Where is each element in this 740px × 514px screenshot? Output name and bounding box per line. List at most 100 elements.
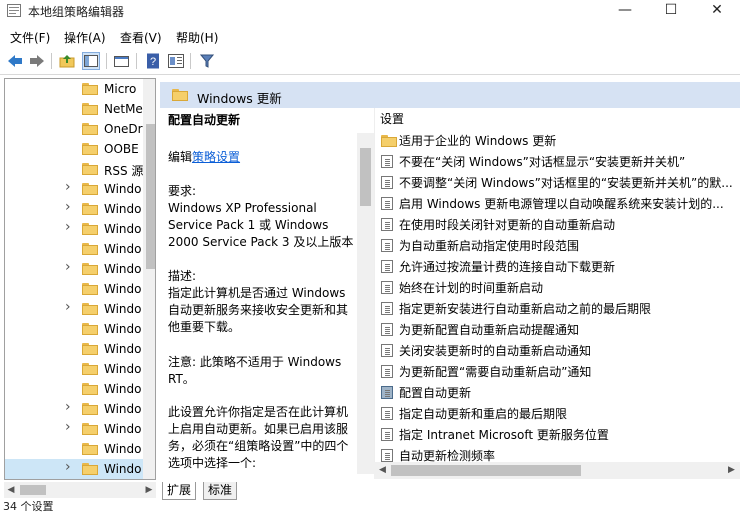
tree-item[interactable]: › Windo [5, 199, 145, 219]
folder-icon [82, 443, 98, 455]
tree-item[interactable]: › Windo [5, 259, 145, 279]
tab-extended[interactable]: 扩展 [162, 482, 197, 500]
expand-chevron-icon[interactable]: › [65, 419, 71, 435]
folder-icon [82, 463, 98, 475]
up-folder-icon[interactable] [58, 52, 76, 70]
tree-item[interactable]: Windo [5, 379, 145, 399]
policy-setting-icon [381, 260, 393, 273]
folder-icon [82, 223, 98, 235]
back-arrow-icon[interactable] [6, 52, 24, 70]
setting-row[interactable]: 指定 Intranet Microsoft 更新服务位置 [378, 424, 740, 445]
setting-label: 指定自动更新和重启的最后期限 [399, 407, 568, 421]
tree-item[interactable]: OneDr [5, 119, 145, 139]
tree-item[interactable]: › Windo [5, 399, 145, 419]
setting-row[interactable]: 不要调整“关闭 Windows”对话框里的“安装更新并关机”的默... [378, 172, 740, 193]
tree-item[interactable]: Windo [5, 339, 145, 359]
setting-row[interactable]: 不要在“关闭 Windows”对话框显示“安装更新并关机” [378, 151, 740, 172]
menu-help[interactable]: 帮助(H) [176, 29, 218, 46]
close-button[interactable]: ✕ [694, 0, 740, 22]
tree-item-label: Micro [104, 82, 137, 96]
edit-policy-line: 编辑策略设置 [168, 150, 241, 164]
setting-label: 指定更新安装进行自动重新启动之前的最后期限 [399, 302, 652, 316]
setting-row[interactable]: 指定更新安装进行自动重新启动之前的最后期限 [378, 298, 740, 319]
tree-item-label: Windo [104, 422, 142, 436]
filter-icon[interactable] [198, 52, 216, 70]
tree-item[interactable]: › Windo [5, 419, 145, 439]
setting-row[interactable]: 启用 Windows 更新电源管理以自动唤醒系统来安装计划的... [378, 193, 740, 214]
expand-chevron-icon[interactable]: › [65, 259, 71, 275]
help-icon[interactable]: ? [144, 52, 162, 70]
setting-row[interactable]: 允许通过按流量计费的连接自动下载更新 [378, 256, 740, 277]
folder-icon [82, 363, 98, 375]
minimize-button[interactable]: — [602, 0, 648, 22]
tree-item[interactable]: › Windo [5, 219, 145, 239]
setting-label: 为自动重新启动指定使用时段范围 [399, 239, 580, 253]
tree-horizontal-scrollbar[interactable]: ◀ ▶ [4, 482, 156, 498]
view-tabs: 扩展 标准 [160, 482, 740, 500]
tree-item-label: Windo [104, 242, 142, 256]
setting-row[interactable]: 为自动重新启动指定使用时段范围 [378, 235, 740, 256]
setting-row[interactable]: 配置自动更新 [378, 382, 740, 403]
tree-item[interactable]: Windo [5, 279, 145, 299]
tree-item[interactable]: Windo [5, 359, 145, 379]
expand-chevron-icon[interactable]: › [65, 459, 71, 475]
folder-icon [82, 323, 98, 335]
tree-item[interactable]: Micro [5, 79, 145, 99]
folder-icon [82, 183, 98, 195]
properties-icon[interactable] [167, 52, 185, 70]
edit-policy-link[interactable]: 策略设置 [192, 150, 240, 164]
tree-item[interactable]: OOBE [5, 139, 145, 159]
menu-view[interactable]: 查看(V) [120, 29, 162, 46]
setting-row[interactable]: 在使用时段关闭针对更新的自动重新启动 [378, 214, 740, 235]
expand-chevron-icon[interactable]: › [65, 399, 71, 415]
tree-item[interactable]: › Windo [5, 179, 145, 199]
tree-item-label: Windo [104, 182, 142, 196]
setting-label: 指定 Intranet Microsoft 更新服务位置 [399, 428, 609, 442]
description-scrollbar[interactable] [357, 133, 374, 474]
tab-standard[interactable]: 标准 [203, 482, 238, 500]
folder-icon [82, 423, 98, 435]
folder-icon [82, 123, 98, 135]
show-tree-icon[interactable] [82, 52, 100, 70]
expand-chevron-icon[interactable]: › [65, 219, 71, 235]
details-text: 此设置允许你指定是否在此计算机上启用自动更新。如果已启用该服务，必须在“组策略设… [168, 405, 349, 470]
settings-column-header[interactable]: 设置 [380, 110, 404, 127]
folder-icon [82, 203, 98, 215]
tree-scrollbar[interactable] [143, 79, 155, 479]
setting-label: 为更新配置自动重新启动提醒通知 [399, 323, 580, 337]
policy-setting-icon [381, 176, 393, 189]
menu-file[interactable]: 文件(F) [10, 29, 50, 46]
setting-row[interactable]: 指定自动更新和重启的最后期限 [378, 403, 740, 424]
setting-row[interactable]: 始终在计划的时间重新启动 [378, 277, 740, 298]
expand-chevron-icon[interactable]: › [65, 179, 71, 195]
setting-row[interactable]: 为更新配置“需要自动重新启动”通知 [378, 361, 740, 382]
description-text: 指定此计算机是否通过 Windows 自动更新服务来接收安全更新和其他重要下载。 [168, 286, 349, 334]
policy-setting-icon [381, 407, 393, 420]
new-window-icon[interactable] [113, 52, 131, 70]
tree-item-label: Windo [104, 202, 142, 216]
forward-arrow-icon[interactable] [28, 52, 46, 70]
tree-item[interactable]: Windo [5, 319, 145, 339]
policy-setting-icon [381, 218, 393, 231]
policy-setting-icon [381, 281, 393, 294]
expand-chevron-icon[interactable]: › [65, 299, 71, 315]
note-text: 注意: 此策略不适用于 Windows RT。 [168, 355, 342, 386]
tree-item[interactable]: Windo [5, 439, 145, 459]
setting-row[interactable]: 为更新配置自动重新启动提醒通知 [378, 319, 740, 340]
folder-icon [82, 343, 98, 355]
policy-setting-icon [381, 155, 393, 168]
expand-chevron-icon[interactable]: › [65, 199, 71, 215]
setting-label: 始终在计划的时间重新启动 [399, 281, 544, 295]
policy-setting-icon [381, 386, 393, 399]
menu-action[interactable]: 操作(A) [64, 29, 106, 46]
tree-item[interactable]: Windo [5, 239, 145, 259]
maximize-button[interactable]: ☐ [648, 0, 694, 22]
folder-icon [82, 163, 98, 175]
tree-item[interactable]: › Windo [5, 299, 145, 319]
settings-list-scrollbar[interactable]: ◀ ▶ [374, 462, 740, 479]
tree-item[interactable]: RSS 源 [5, 159, 145, 179]
setting-row[interactable]: 关闭安装更新时的自动重新启动通知 [378, 340, 740, 361]
tree-item[interactable]: NetMe [5, 99, 145, 119]
setting-row[interactable]: 适用于企业的 Windows 更新 [378, 130, 740, 151]
tree-item[interactable]: › Windo [5, 459, 145, 479]
